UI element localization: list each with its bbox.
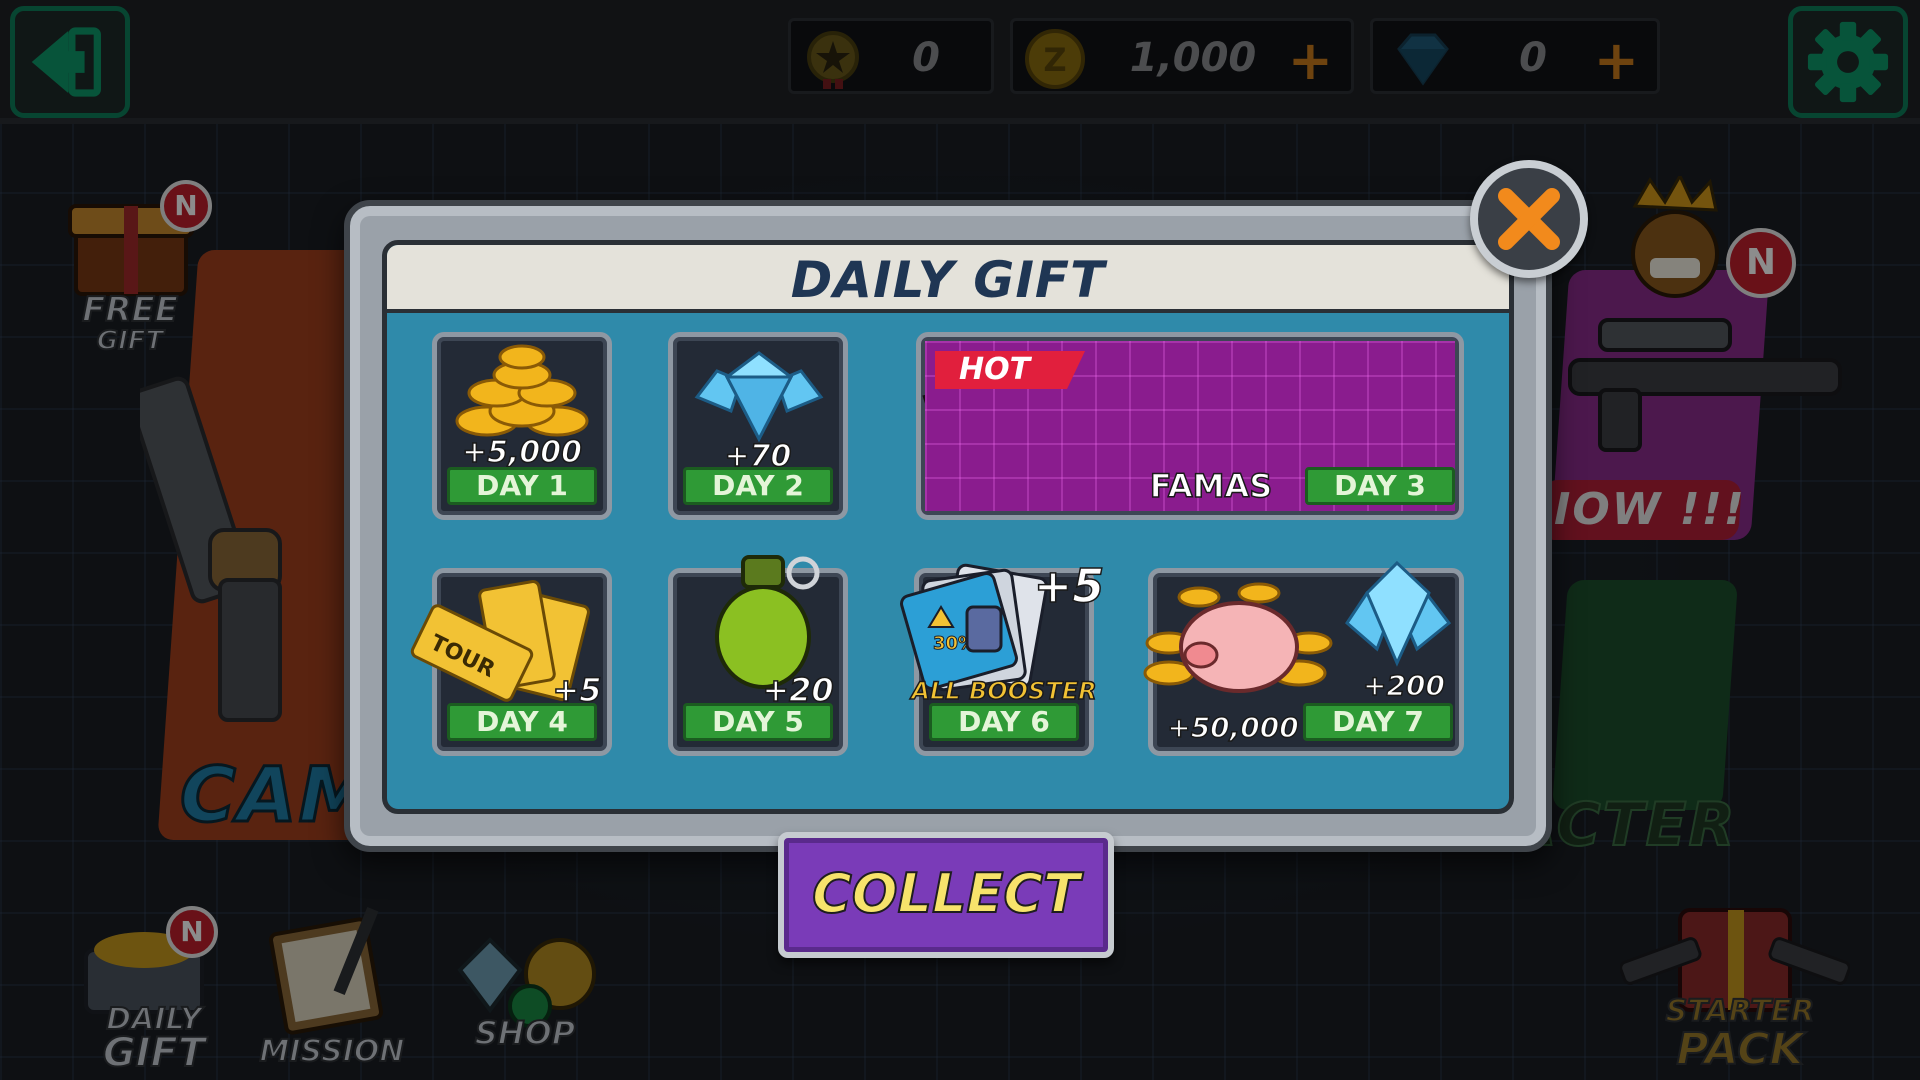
piggy-bank-icon bbox=[1143, 582, 1333, 693]
dialog-title: DAILY GIFT bbox=[790, 251, 1106, 309]
reward-tile-day-2[interactable]: +70 DAY 2 bbox=[668, 332, 848, 520]
day-label: DAY 3 bbox=[1305, 467, 1455, 505]
gems-icon bbox=[694, 351, 824, 443]
day-label: DAY 2 bbox=[683, 467, 833, 505]
day-label: DAY 7 bbox=[1303, 703, 1453, 741]
day-label: DAY 4 bbox=[447, 703, 597, 741]
gems-pile-icon bbox=[1345, 560, 1452, 667]
reward-tile-day-1[interactable]: +5,000 DAY 1 bbox=[432, 332, 612, 520]
reward-amount: +5,000 bbox=[461, 434, 583, 471]
dialog-header: DAILY GIFT bbox=[387, 245, 1509, 313]
day-label: DAY 6 bbox=[929, 703, 1079, 741]
close-icon bbox=[1498, 188, 1560, 250]
close-button[interactable] bbox=[1470, 160, 1588, 278]
reward-amount-gems: +200 bbox=[1362, 668, 1445, 703]
reward-tile-day-7[interactable]: +50,000 +200 DAY 7 bbox=[1143, 560, 1464, 756]
grenade-icon bbox=[715, 555, 820, 689]
day-label: DAY 5 bbox=[683, 703, 833, 741]
reward-tile-day-4[interactable]: TOUR +5 DAY 4 bbox=[410, 568, 612, 756]
reward-tile-day-6[interactable]: 30% +5 ALL BOOSTER DAY 6 bbox=[900, 558, 1105, 756]
collect-button[interactable]: COLLECT bbox=[778, 832, 1114, 958]
weapon-name: FAMAS bbox=[1149, 466, 1273, 506]
day-label: DAY 1 bbox=[447, 467, 597, 505]
reward-tile-day-3[interactable]: HOT FAMAS DAY 3 bbox=[916, 332, 1464, 520]
hot-badge: HOT bbox=[935, 351, 1085, 389]
reward-amount-coins: +50,000 bbox=[1166, 710, 1299, 745]
reward-amount: +5 bbox=[1033, 558, 1105, 614]
booster-name: ALL BOOSTER bbox=[911, 676, 1098, 706]
reward-tile-day-5[interactable]: +20 DAY 5 bbox=[668, 555, 848, 756]
